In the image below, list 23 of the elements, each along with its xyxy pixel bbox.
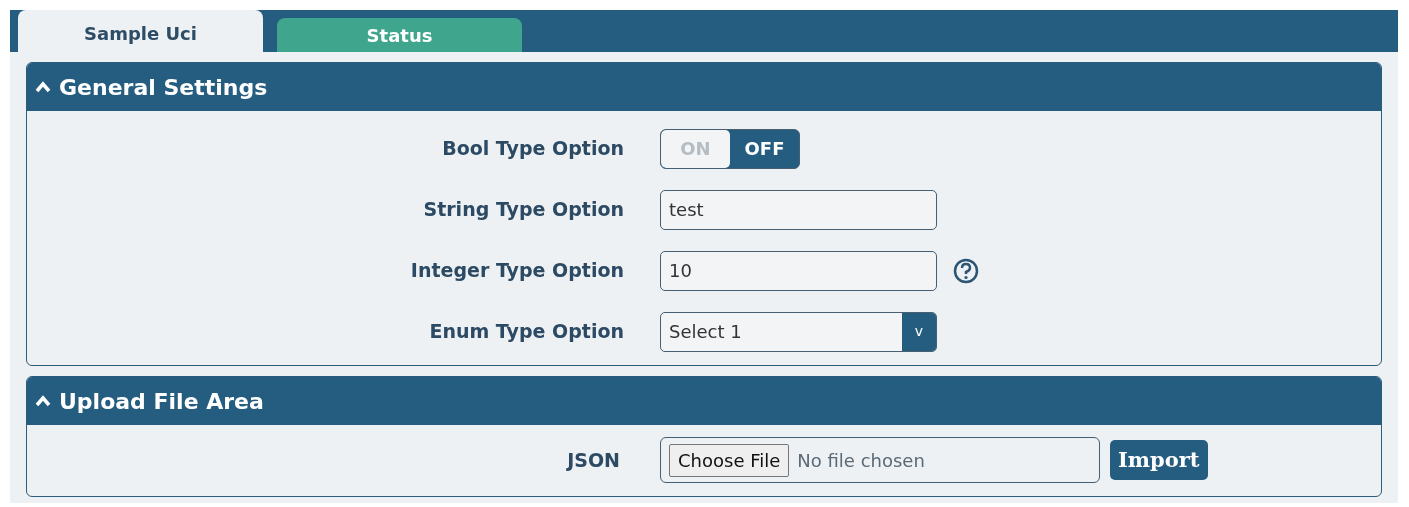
select-field[interactable]: Select 1 v bbox=[660, 311, 937, 352]
caret-icon: v bbox=[902, 312, 936, 351]
field-label: String Type Option bbox=[422, 197, 625, 223]
section-header[interactable]: General Settings bbox=[27, 63, 1381, 111]
chevron-up-icon bbox=[35, 81, 51, 93]
choose-file-button[interactable]: Choose File bbox=[669, 443, 790, 477]
select-value: Select 1 bbox=[669, 320, 742, 344]
section-title: General Settings bbox=[59, 73, 268, 102]
field-label: JSON bbox=[565, 447, 621, 473]
file-field[interactable]: Choose File No file chosen bbox=[660, 437, 1100, 483]
field-label: Enum Type Option bbox=[428, 319, 625, 345]
chevron-up-icon bbox=[35, 395, 51, 407]
help-icon[interactable] bbox=[953, 257, 979, 284]
text-field[interactable]: 10 bbox=[660, 250, 937, 291]
import-button[interactable]: Import bbox=[1110, 440, 1208, 480]
section-header[interactable]: Upload File Area bbox=[27, 377, 1381, 425]
toggle-switch[interactable]: ON OFF bbox=[660, 128, 800, 169]
text-field[interactable]: test bbox=[660, 189, 937, 230]
field-label: Integer Type Option bbox=[409, 258, 625, 284]
file-status: No file chosen bbox=[797, 448, 925, 473]
field-label: Bool Type Option bbox=[441, 136, 625, 162]
tab[interactable]: Sample Uci bbox=[18, 10, 263, 52]
section-title: Upload File Area bbox=[59, 387, 264, 416]
